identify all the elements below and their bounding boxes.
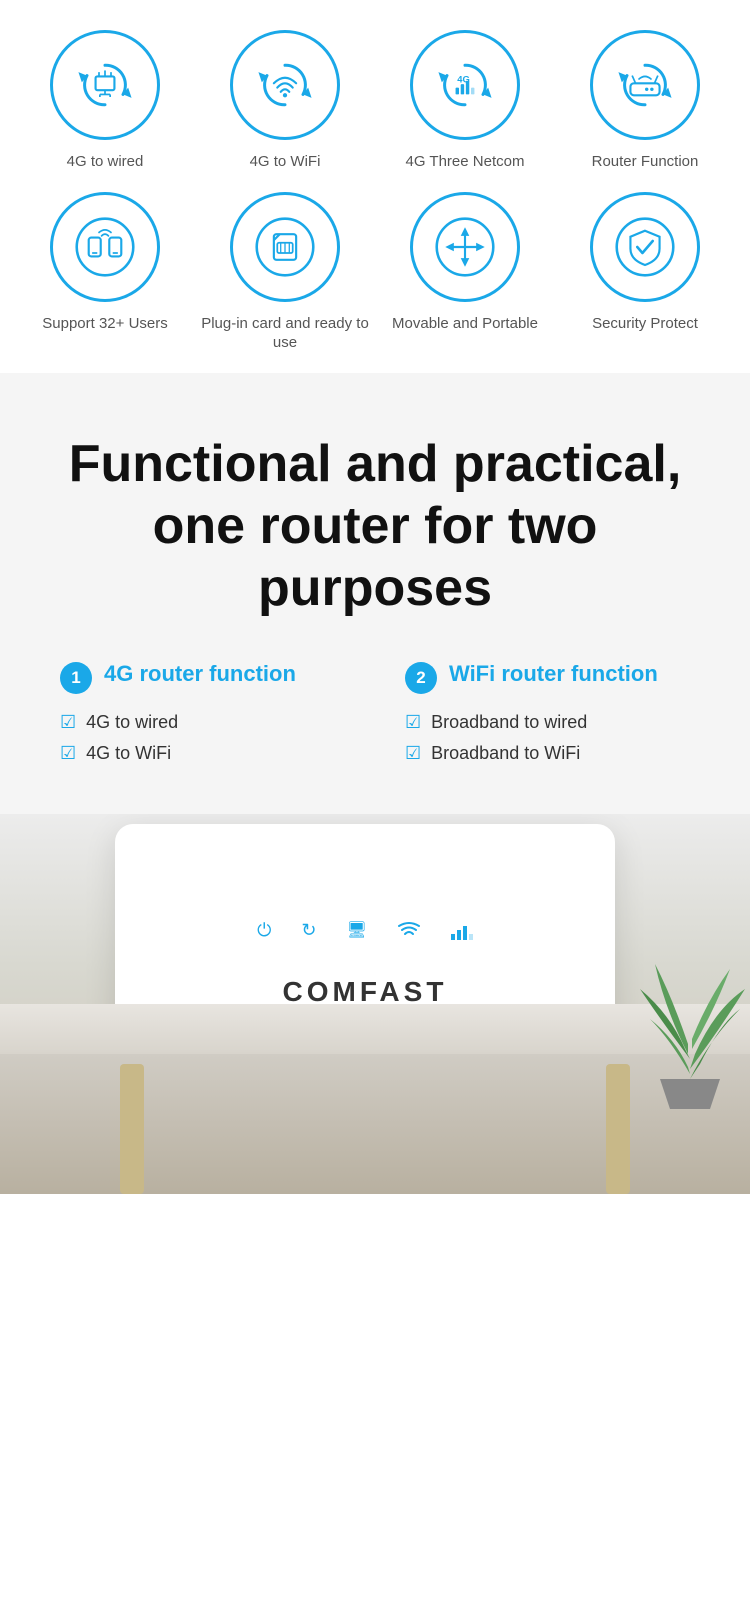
icon-circle-router-function	[590, 30, 700, 140]
check-item-broadband-wifi: ☑ Broadband to WiFi	[405, 743, 690, 764]
function-col-title-text-4g: 4G router function	[104, 660, 296, 689]
function-col-4g: 1 4G router function ☑ 4G to wired ☑ 4G …	[60, 660, 345, 774]
function-col-title-4g: 1 4G router function	[60, 660, 345, 694]
feature-4g-wired: 4G to wired	[20, 30, 190, 172]
icon-circle-security-protect	[590, 192, 700, 302]
function-col-title-wifi: 2 WiFi router function	[405, 660, 690, 694]
feature-4g-three-netcom: 4G 4G Three Netcom	[380, 30, 550, 172]
router-power-icon: ⏻	[257, 920, 271, 946]
feature-plug-in-card: Plug-in card and ready to use	[200, 192, 370, 353]
icon-circle-4g-wifi	[230, 30, 340, 140]
table-leg-right	[606, 1064, 630, 1194]
router-wifi-icon	[397, 920, 421, 946]
feature-label-support-users: Support 32+ Users	[42, 314, 168, 334]
icon-circle-plug-in-card	[230, 192, 340, 302]
check-label-4g-wifi: 4G to WiFi	[86, 743, 171, 764]
feature-label-4g-wired: 4G to wired	[67, 152, 144, 172]
function-col-wifi: 2 WiFi router function ☑ Broadband to wi…	[405, 660, 690, 774]
badge-wifi: 2	[405, 662, 437, 694]
function-columns: 1 4G router function ☑ 4G to wired ☑ 4G …	[40, 660, 710, 774]
function-col-title-text-wifi: WiFi router function	[449, 660, 658, 689]
feature-label-4g-three-netcom: 4G Three Netcom	[406, 152, 525, 172]
router-sync-icon: ↻	[301, 920, 316, 946]
check-item-broadband-wired: ☑ Broadband to wired	[405, 712, 690, 733]
plant-decoration	[630, 909, 750, 1134]
functional-title: Functional and practical, one router for…	[40, 433, 710, 620]
icon-circle-support-users	[50, 192, 160, 302]
badge-4g: 1	[60, 662, 92, 694]
check-label-broadband-wired: Broadband to wired	[431, 712, 587, 733]
table-leg-left	[120, 1064, 144, 1194]
feature-support-users: Support 32+ Users	[20, 192, 190, 353]
check-icon-broadband-wired: ☑	[405, 712, 421, 733]
router-display-icon: 🖥	[347, 920, 367, 946]
router-signal-icon	[451, 920, 473, 946]
features-section: 4G to wired 4G to WiFi	[0, 0, 750, 373]
icon-circle-4g-three-netcom: 4G	[410, 30, 520, 140]
check-icon-4g-wired: ☑	[60, 712, 76, 733]
functional-content: Functional and practical, one router for…	[0, 373, 750, 814]
feature-label-security-protect: Security Protect	[592, 314, 698, 334]
feature-movable-portable: Movable and Portable	[380, 192, 550, 353]
check-icon-broadband-wifi: ☑	[405, 743, 421, 764]
icon-circle-movable-portable	[410, 192, 520, 302]
router-image-area: ⏻ ↻ 🖥	[0, 814, 750, 1194]
check-item-4g-wired: ☑ 4G to wired	[60, 712, 345, 733]
check-label-broadband-wifi: Broadband to WiFi	[431, 743, 580, 764]
feature-4g-wifi: 4G to WiFi	[200, 30, 370, 172]
functional-section: Functional and practical, one router for…	[0, 373, 750, 1194]
icon-circle-4g-wired	[50, 30, 160, 140]
check-item-4g-wifi: ☑ 4G to WiFi	[60, 743, 345, 764]
feature-security-protect: Security Protect	[560, 192, 730, 353]
check-icon-4g-wifi: ☑	[60, 743, 76, 764]
feature-label-plug-in-card: Plug-in card and ready to use	[200, 314, 370, 353]
feature-label-router-function: Router Function	[592, 152, 699, 172]
router-indicators: ⏻ ↻ 🖥	[257, 920, 473, 946]
check-label-4g-wired: 4G to wired	[86, 712, 178, 733]
feature-label-movable-portable: Movable and Portable	[392, 314, 538, 334]
feature-label-4g-wifi: 4G to WiFi	[250, 152, 321, 172]
features-grid: 4G to wired 4G to WiFi	[20, 30, 730, 353]
feature-router-function: Router Function	[560, 30, 730, 172]
